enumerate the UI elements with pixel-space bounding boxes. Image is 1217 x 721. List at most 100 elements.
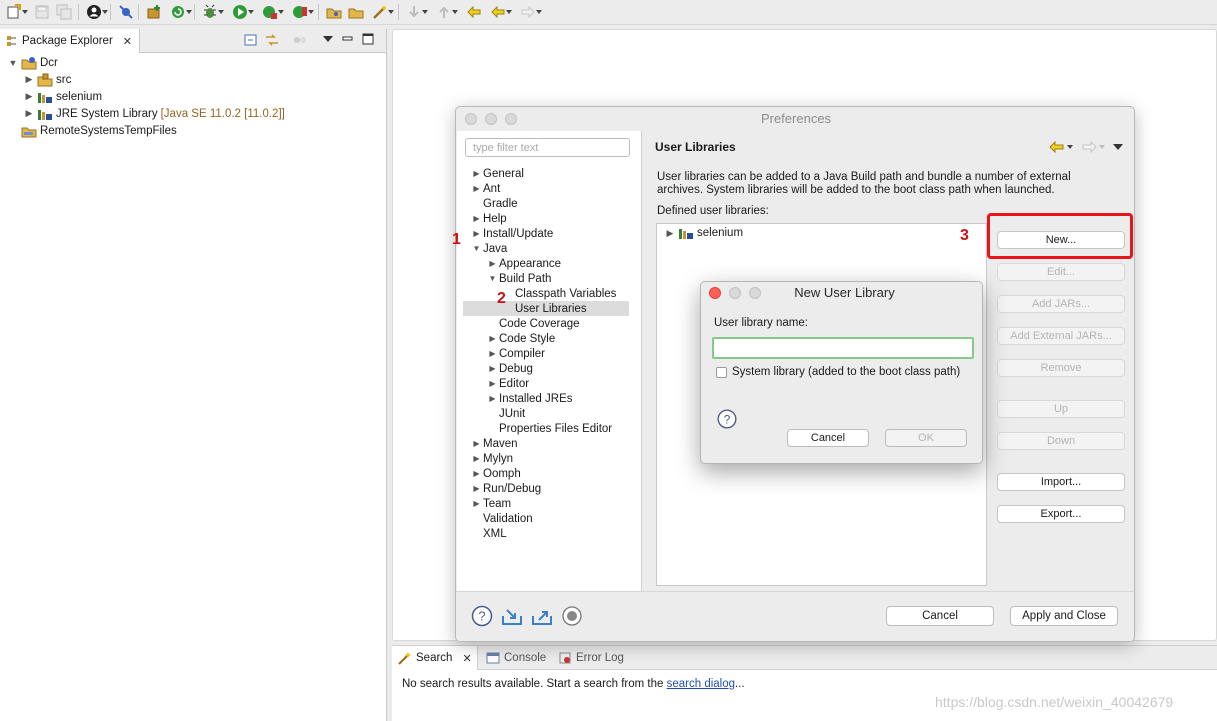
help-icon[interactable]: ? xyxy=(717,409,737,429)
collapsed-arrow-icon[interactable]: ▶ xyxy=(472,484,481,493)
link-with-editor-icon[interactable] xyxy=(264,33,280,47)
tree-item-oomph[interactable]: ▶ Oomph xyxy=(472,466,520,481)
tab-error-log[interactable]: Error Log xyxy=(552,646,630,670)
tab-search[interactable]: Search ✕ xyxy=(392,646,478,670)
debug-icon[interactable] xyxy=(200,3,224,21)
zoom-window-button[interactable] xyxy=(749,287,761,299)
refresh-run-icon[interactable] xyxy=(168,3,192,21)
collapsed-arrow-icon[interactable]: ▶ xyxy=(472,229,481,238)
expanded-arrow-icon[interactable]: ▼ xyxy=(8,58,18,68)
tree-item-maven[interactable]: ▶ Maven xyxy=(472,436,517,451)
import-preferences-icon[interactable] xyxy=(501,606,523,626)
collapsed-arrow-icon[interactable]: ▶ xyxy=(24,108,34,119)
collapsed-arrow-icon[interactable]: ▶ xyxy=(488,334,497,343)
maximize-icon[interactable] xyxy=(362,33,374,45)
close-window-button[interactable] xyxy=(709,287,721,299)
external-tools-icon[interactable] xyxy=(290,3,314,21)
tree-item-junit[interactable]: JUnit xyxy=(488,406,525,421)
zoom-window-button[interactable] xyxy=(505,113,517,125)
tree-item-build-path[interactable]: ▼ Build Path xyxy=(488,271,552,286)
tree-item-compiler[interactable]: ▶ Compiler xyxy=(488,346,545,361)
system-library-checkbox[interactable]: System library (added to the boot class … xyxy=(716,366,960,378)
collapsed-arrow-icon[interactable]: ▶ xyxy=(472,499,481,508)
collapsed-arrow-icon[interactable]: ▶ xyxy=(488,259,497,268)
next-annotation-icon[interactable] xyxy=(404,3,428,21)
tree-item-src[interactable]: ▶ src xyxy=(24,71,71,88)
tree-item-ant[interactable]: ▶ Ant xyxy=(472,181,500,196)
collapsed-arrow-icon[interactable]: ▶ xyxy=(472,214,481,223)
tree-item-validation[interactable]: Validation xyxy=(472,511,533,526)
tree-item-classpath-variables[interactable]: Classpath Variables xyxy=(504,286,616,301)
import-button[interactable]: Import... xyxy=(997,473,1125,491)
new-package-icon[interactable] xyxy=(144,3,164,21)
forward-nav-button[interactable] xyxy=(1081,141,1105,153)
collapsed-arrow-icon[interactable]: ▶ xyxy=(472,169,481,178)
tree-item-mylyn[interactable]: ▶ Mylyn xyxy=(472,451,513,466)
new-file-icon[interactable] xyxy=(4,3,28,21)
remove-button[interactable]: Remove xyxy=(997,359,1125,377)
add-jars-button[interactable]: Add JARs... xyxy=(997,295,1125,313)
collapsed-arrow-icon[interactable]: ▶ xyxy=(472,439,481,448)
collapsed-arrow-icon[interactable]: ▶ xyxy=(488,349,497,358)
export-button[interactable]: Export... xyxy=(997,505,1125,523)
minimize-window-button[interactable] xyxy=(485,113,497,125)
tree-item-jre-system-library[interactable]: ▶ JRE System Library [Java SE 11.0.2 [11… xyxy=(24,105,285,122)
edit-button[interactable]: Edit... xyxy=(997,263,1125,281)
tree-item-team[interactable]: ▶ Team xyxy=(472,496,511,511)
minimize-icon[interactable] xyxy=(342,33,354,45)
collapsed-arrow-icon[interactable]: ▶ xyxy=(665,228,675,239)
tree-item-properties-files-editor[interactable]: Properties Files Editor xyxy=(488,421,612,436)
tree-item-selenium[interactable]: ▶ selenium xyxy=(24,88,102,105)
collapsed-arrow-icon[interactable]: ▶ xyxy=(488,394,497,403)
tree-item-appearance[interactable]: ▶ Appearance xyxy=(488,256,561,271)
page-menu-icon[interactable] xyxy=(1113,143,1123,151)
filter-input[interactable] xyxy=(465,138,630,157)
search-wand-icon[interactable] xyxy=(370,3,394,21)
cancel-button[interactable]: Cancel xyxy=(886,606,994,626)
up-button[interactable]: Up xyxy=(997,400,1125,418)
tree-item-run-debug[interactable]: ▶ Run/Debug xyxy=(472,481,541,496)
open-type-icon[interactable] xyxy=(324,3,344,21)
tree-item-remote-systems[interactable]: RemoteSystemsTempFiles xyxy=(8,122,177,139)
new-button[interactable]: New... xyxy=(997,231,1125,249)
expanded-arrow-icon[interactable]: ▼ xyxy=(472,244,481,253)
back-icon[interactable] xyxy=(488,3,512,21)
collapsed-arrow-icon[interactable]: ▶ xyxy=(488,379,497,388)
open-folder-icon[interactable] xyxy=(346,3,366,21)
record-icon[interactable] xyxy=(562,606,582,626)
tree-item-java[interactable]: ▼ Java xyxy=(472,241,508,256)
account-icon[interactable] xyxy=(84,3,108,21)
down-button[interactable]: Down xyxy=(997,432,1125,450)
cancel-button[interactable]: Cancel xyxy=(787,429,869,447)
tree-item-xml[interactable]: XML xyxy=(472,526,507,541)
close-icon[interactable]: ✕ xyxy=(462,652,471,665)
tree-item-user-libraries[interactable]: User Libraries xyxy=(463,301,629,316)
ok-button[interactable]: OK xyxy=(885,429,967,447)
close-window-button[interactable] xyxy=(465,113,477,125)
tab-package-explorer[interactable]: Package Explorer ✕ xyxy=(0,29,140,53)
tree-item-editor[interactable]: ▶ Editor xyxy=(488,376,529,391)
search-dialog-link[interactable]: search dialog xyxy=(667,678,735,690)
tree-item-debug[interactable]: ▶ Debug xyxy=(488,361,532,376)
save-all-icon[interactable] xyxy=(54,3,74,21)
library-name-input[interactable] xyxy=(712,337,974,359)
tree-item-general[interactable]: ▶ General xyxy=(472,166,524,181)
expanded-arrow-icon[interactable]: ▼ xyxy=(488,274,497,283)
collapsed-arrow-icon[interactable]: ▶ xyxy=(24,74,34,85)
prev-annotation-icon[interactable] xyxy=(434,3,458,21)
apply-and-close-button[interactable]: Apply and Close xyxy=(1010,606,1118,626)
collapse-all-icon[interactable] xyxy=(244,33,258,47)
save-icon[interactable] xyxy=(32,3,52,21)
collapsed-arrow-icon[interactable]: ▶ xyxy=(488,364,497,373)
close-icon[interactable]: ✕ xyxy=(123,35,132,48)
tree-item-dcr[interactable]: ▼ Dcr xyxy=(8,54,58,71)
tree-item-code-coverage[interactable]: Code Coverage xyxy=(488,316,580,331)
tree-item-install-update[interactable]: ▶ Install/Update xyxy=(472,226,553,241)
tree-item-gradle[interactable]: Gradle xyxy=(472,196,518,211)
tree-item-installed-jres[interactable]: ▶ Installed JREs xyxy=(488,391,572,406)
collapsed-arrow-icon[interactable]: ▶ xyxy=(24,91,34,102)
forward-icon[interactable] xyxy=(518,3,542,21)
focus-task-icon[interactable] xyxy=(292,33,308,47)
collapsed-arrow-icon[interactable]: ▶ xyxy=(472,184,481,193)
tree-item-code-style[interactable]: ▶ Code Style xyxy=(488,331,555,346)
